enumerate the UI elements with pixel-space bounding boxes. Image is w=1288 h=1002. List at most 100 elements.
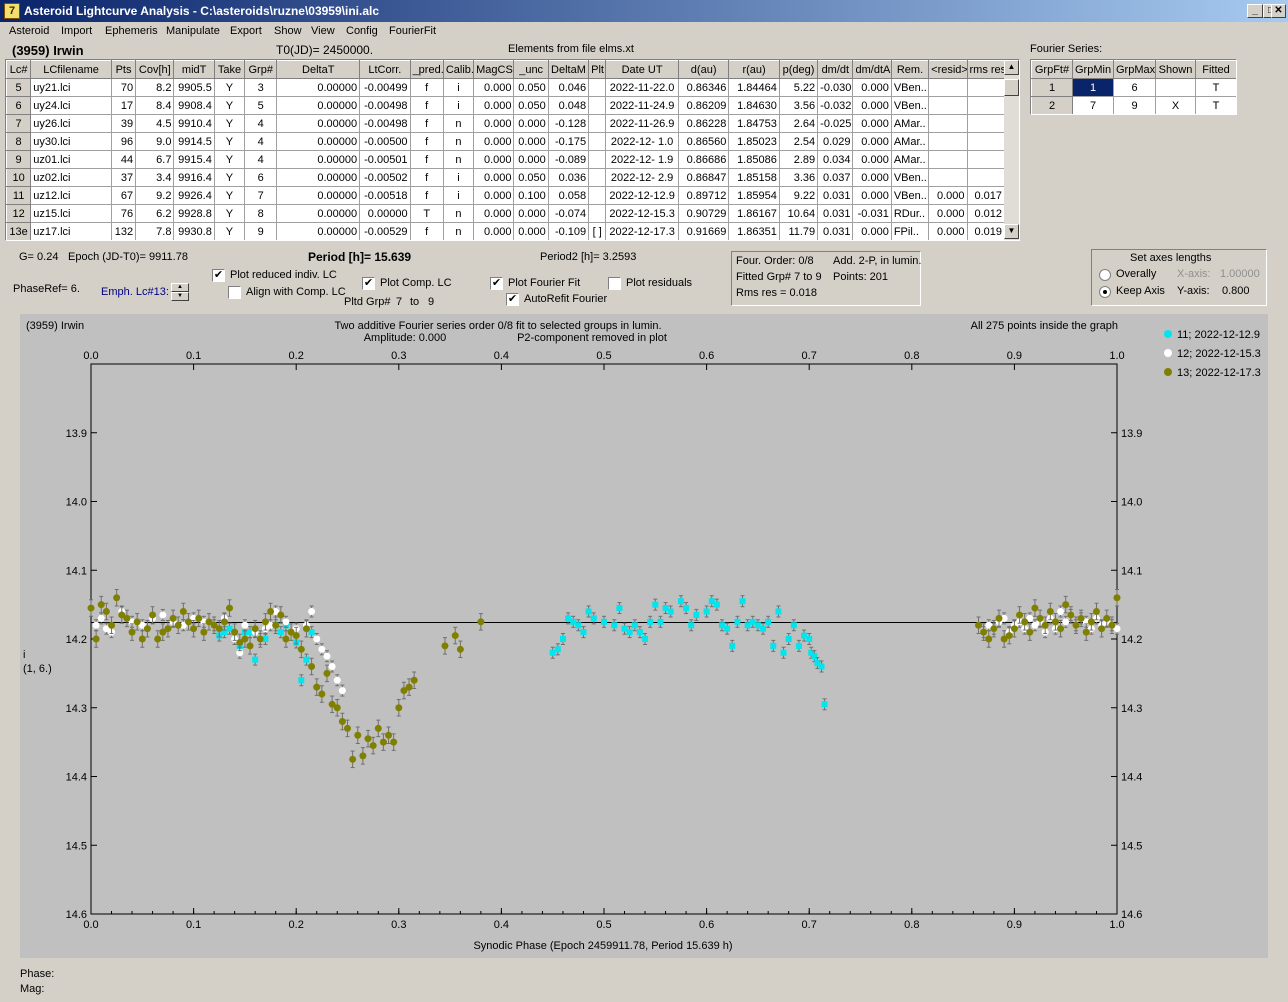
- lc-col-header[interactable]: LtCorr.: [359, 60, 411, 79]
- lc-col-header[interactable]: DeltaM: [547, 60, 590, 79]
- table-cell[interactable]: 0.000: [513, 132, 549, 151]
- lc-col-header[interactable]: Take: [213, 60, 246, 79]
- table-cell[interactable]: 8: [6, 132, 32, 151]
- table-cell[interactable]: uy21.lci: [30, 78, 112, 97]
- period-value[interactable]: Period [h]= 15.639: [308, 250, 411, 264]
- table-cell[interactable]: uz01.lci: [30, 150, 112, 169]
- table-cell[interactable]: [588, 204, 607, 223]
- table-cell[interactable]: 9905.5: [173, 78, 215, 97]
- lc-col-header[interactable]: Plt: [588, 60, 607, 79]
- table-cell[interactable]: 3.36: [778, 168, 819, 187]
- table-cell[interactable]: 0.00000: [359, 204, 411, 223]
- table-cell[interactable]: 0.00000: [276, 150, 361, 169]
- menu-view[interactable]: View: [311, 25, 335, 37]
- table-cell[interactable]: -0.109: [547, 222, 590, 240]
- table-cell[interactable]: 96: [110, 132, 137, 151]
- table-row[interactable]: 6 uy24.lci 17 8.4 9908.4 Y 5 0.00000 -0.00498 f i 0…: [6, 96, 1005, 115]
- table-cell[interactable]: 2.64: [778, 114, 819, 133]
- table-cell[interactable]: f: [409, 78, 444, 97]
- table-row[interactable]: 12 uz15.lci 76 6.2 9928.8 Y 8 0.00000 0.00000 Tn 0…: [6, 204, 1005, 223]
- table-cell[interactable]: 0.050: [513, 168, 549, 187]
- table-cell[interactable]: 9: [6, 150, 32, 169]
- table-cell[interactable]: [928, 114, 968, 133]
- emph-spinner[interactable]: ▲ ▼: [171, 283, 189, 301]
- table-cell[interactable]: -0.032: [817, 96, 854, 115]
- fourier-col-header[interactable]: GrpMin: [1072, 60, 1114, 79]
- table-cell[interactable]: 1.85158: [728, 168, 780, 187]
- table-cell[interactable]: VBen..: [890, 96, 930, 115]
- table-cell[interactable]: 0.000: [852, 132, 892, 151]
- table-cell[interactable]: 0.86209: [677, 96, 730, 115]
- table-cell[interactable]: [966, 168, 1005, 187]
- fourier-row[interactable]: 116T: [1031, 78, 1236, 97]
- table-cell[interactable]: T: [409, 204, 444, 223]
- table-cell[interactable]: 0.000: [473, 150, 515, 169]
- table-cell[interactable]: [588, 96, 607, 115]
- table-cell[interactable]: 1.85023: [728, 132, 780, 151]
- table-cell[interactable]: 3.4: [135, 168, 175, 187]
- table-cell[interactable]: [966, 114, 1005, 133]
- fourier-cell[interactable]: X: [1155, 96, 1196, 114]
- lc-col-header[interactable]: Pts: [110, 60, 137, 79]
- table-cell[interactable]: 0.048: [547, 96, 590, 115]
- table-cell[interactable]: 9.2: [135, 186, 175, 205]
- table-cell[interactable]: f: [409, 96, 444, 115]
- table-cell[interactable]: -0.030: [817, 78, 854, 97]
- lc-col-header[interactable]: Cov[h]: [135, 60, 175, 79]
- table-cell[interactable]: 0.050: [513, 96, 549, 115]
- table-cell[interactable]: [928, 150, 968, 169]
- scroll-down-arrow-icon[interactable]: ▼: [1004, 224, 1019, 239]
- table-cell[interactable]: 0.000: [852, 168, 892, 187]
- table-cell[interactable]: 2022-12- 2.9: [605, 168, 679, 187]
- lc-col-header[interactable]: rms res: [966, 60, 1005, 79]
- table-cell[interactable]: 7: [244, 186, 278, 205]
- table-cell[interactable]: 2.54: [778, 132, 819, 151]
- table-cell[interactable]: -0.00500: [359, 132, 411, 151]
- table-cell[interactable]: -0.00499: [359, 78, 411, 97]
- table-cell[interactable]: 8.4: [135, 96, 175, 115]
- pltd-grp-from[interactable]: 7: [396, 296, 402, 308]
- lc-col-header[interactable]: dm/dt: [817, 60, 854, 79]
- table-cell[interactable]: 0.000: [513, 204, 549, 223]
- table-cell[interactable]: [588, 114, 607, 133]
- table-cell[interactable]: Y: [213, 204, 246, 223]
- fourier-cell[interactable]: 6: [1113, 78, 1156, 97]
- menu-show[interactable]: Show: [274, 25, 302, 37]
- table-cell[interactable]: 0.000: [852, 186, 892, 205]
- table-cell[interactable]: 9: [244, 222, 278, 240]
- table-cell[interactable]: 4.5: [135, 114, 175, 133]
- table-cell[interactable]: AMar..: [890, 132, 930, 151]
- table-cell[interactable]: 0.86686: [677, 150, 730, 169]
- table-cell[interactable]: uy24.lci: [30, 96, 112, 115]
- lc-col-header[interactable]: p(deg): [778, 60, 819, 79]
- table-cell[interactable]: Y: [213, 186, 246, 205]
- table-cell[interactable]: [966, 96, 1005, 115]
- table-cell[interactable]: -0.175: [547, 132, 590, 151]
- table-cell[interactable]: [588, 186, 607, 205]
- table-cell[interactable]: AMar..: [890, 150, 930, 169]
- fourier-cell[interactable]: 1: [1031, 78, 1073, 97]
- plot-reduced-checkbox[interactable]: ✔: [212, 269, 225, 282]
- table-cell[interactable]: 0.000: [513, 222, 549, 240]
- lightcurve-plot-panel[interactable]: (3959) Irwin Two additive Fourier series…: [20, 314, 1268, 958]
- table-cell[interactable]: 2022-11-24.9: [605, 96, 679, 115]
- table-cell[interactable]: 6.7: [135, 150, 175, 169]
- table-cell[interactable]: 9930.8: [173, 222, 215, 240]
- lc-col-header[interactable]: Calib.: [442, 60, 475, 79]
- lc-col-header[interactable]: _unc: [513, 60, 549, 79]
- autorefit-checkbox[interactable]: ✔: [506, 293, 519, 306]
- table-cell[interactable]: f: [409, 186, 444, 205]
- table-cell[interactable]: 0.89712: [677, 186, 730, 205]
- table-cell[interactable]: i: [442, 168, 475, 187]
- lc-col-header[interactable]: Date UT: [605, 60, 679, 79]
- fourier-col-header[interactable]: Shown: [1155, 60, 1196, 79]
- table-cell[interactable]: 0.86346: [677, 78, 730, 97]
- menu-import[interactable]: Import: [61, 25, 92, 37]
- table-cell[interactable]: 76: [110, 204, 137, 223]
- table-cell[interactable]: 44: [110, 150, 137, 169]
- table-cell[interactable]: Y: [213, 96, 246, 115]
- table-cell[interactable]: -0.074: [547, 204, 590, 223]
- table-cell[interactable]: 0.86228: [677, 114, 730, 133]
- table-cell[interactable]: -0.089: [547, 150, 590, 169]
- plot-comp-checkbox[interactable]: ✔: [362, 277, 375, 290]
